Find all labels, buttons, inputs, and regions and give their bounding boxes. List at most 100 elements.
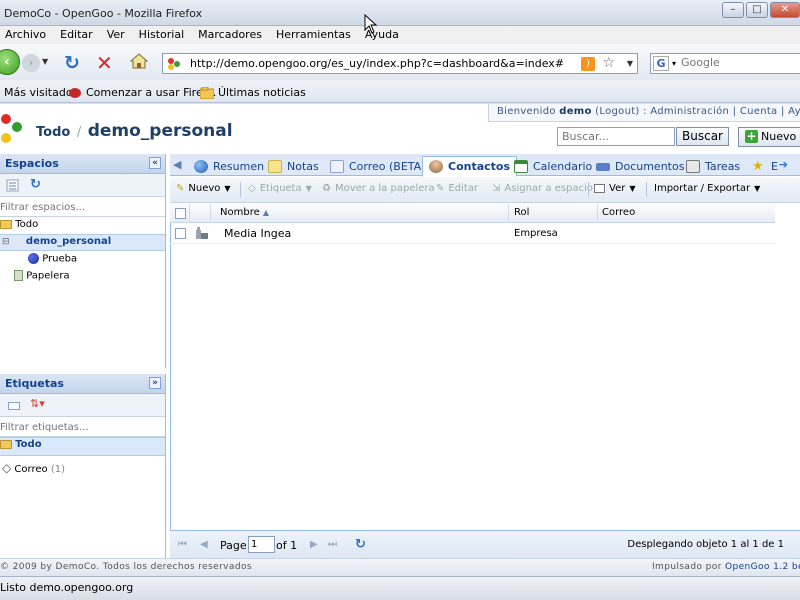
maximize-button[interactable]: □ [746,2,768,18]
menu-marcadores[interactable]: Marcadores [189,26,271,44]
breadcrumb-root[interactable]: Todo [36,125,70,140]
tab-calendario[interactable]: Calendario [508,157,598,176]
menu-herramientas[interactable]: Herramientas [267,26,360,44]
menu-editar[interactable]: Editar [51,26,102,44]
tab-notas[interactable]: Notas [262,157,325,176]
close-window-button[interactable]: ✕ [770,2,800,18]
tab-tareas[interactable]: Tareas [680,157,746,176]
import-export-button[interactable]: Importar / Exportar ▼ [654,183,760,194]
tag-item-todo[interactable]: Todo [0,437,165,456]
workspaces-toolbar: ↻ [0,174,165,197]
reload-button[interactable]: ↻ [64,52,80,74]
tab-documentos[interactable]: Documentos [590,157,690,176]
tags-filter[interactable] [0,417,165,437]
workspace-label: Todo [15,219,39,230]
dropdown-icon: ▼ [754,184,761,193]
grid-toolbar: ✎ Nuevo ▼ ◇ Etiqueta ▼ ♻ Mover a la pape… [170,177,800,203]
workspace-item-demo-personal[interactable]: ⊟ demo_personal [0,234,165,251]
tab-label: Calendario [533,160,593,173]
back-button[interactable]: ‹ [0,49,20,75]
tab-label: Tareas [705,160,741,173]
address-bar[interactable]: http://demo.opengoo.org/es_uy/index.php?… [162,53,638,74]
new-icon: ✎ [176,183,185,194]
bookmark-latest-news[interactable]: Últimas noticias [200,86,306,99]
first-page-icon[interactable]: ⏮ [178,539,187,550]
edit-button[interactable]: ✎ Editar [436,183,478,194]
sort-tags-icon[interactable]: ⇅▾ [30,397,45,410]
workspaces-title: Espacios [5,157,59,170]
opengoo-link[interactable]: OpenGoo 1.2 beta [725,562,800,572]
assign-workspace-button[interactable]: ⇲ Asignar a espacio [492,183,593,194]
last-page-icon[interactable]: ⏭ [328,539,337,550]
search-button[interactable]: Buscar [676,127,729,146]
tag-label-icon[interactable] [8,402,20,410]
view-icon [594,184,605,193]
collapse-down-icon[interactable]: » [149,377,161,389]
search-bar[interactable]: G ▾ [650,53,800,74]
menu-historial[interactable]: Historial [130,26,193,44]
page-number-input[interactable] [248,536,275,553]
tabs-scroll-right-icon[interactable]: ➔ [779,158,788,171]
tab-contactos[interactable]: Contactos [422,156,518,177]
account-links[interactable]: (Logout) : Administración | Cuenta | Ayu… [592,106,800,117]
bookmark-getting-started[interactable]: Comenzar a usar Firef... [68,86,216,99]
google-engine-icon[interactable]: G [653,56,669,71]
rss-feed-icon[interactable]: ) [581,57,595,71]
refresh-workspaces-icon[interactable]: ↻ [30,177,41,192]
contact-name-link[interactable]: Media Ingea [224,227,291,240]
trash-icon: ♻ [322,183,331,194]
tag-icon: ◇ [248,183,256,194]
tags-filter-input[interactable] [0,419,164,435]
column-divider [189,204,190,223]
workspaces-filter-input[interactable] [0,199,164,215]
search-input[interactable] [681,56,800,69]
workspace-label: Papelera [26,270,70,282]
tabs-scroll-left-icon[interactable]: ◀ [173,158,181,171]
tab-correo[interactable]: Correo (BETA) [324,157,431,176]
page-title[interactable]: demo_personal [88,121,233,141]
new-contact-button[interactable]: ✎ Nuevo ▼ [176,183,231,194]
view-button[interactable]: Ver ▼ [594,183,635,194]
workspace-item-prueba[interactable]: Prueba [0,251,165,268]
tab-resumen[interactable]: Resumen [188,157,270,176]
expand-toggle-icon[interactable]: ⊟ [2,237,10,247]
collapse-left-icon[interactable]: « [149,157,161,169]
search-field[interactable] [557,127,675,146]
tag-item-correo[interactable]: ◇ Correo (1) [0,456,165,478]
workspaces-filter[interactable] [0,197,165,217]
window-title: DemoCo - OpenGoo - Mozilla Firefox [4,7,203,20]
forward-button[interactable]: › [22,54,40,72]
tab-label: E [771,160,778,173]
column-header-nombre[interactable]: Nombre ▲ [220,207,269,218]
next-page-icon[interactable]: ▶ [310,539,318,550]
tag-label: Todo [15,439,42,450]
workspace-item-todo[interactable]: Todo [0,217,165,234]
url-dropdown-icon[interactable]: ▼ [627,59,633,68]
folder-icon [0,439,12,449]
copyright-text: © 2009 by DemoCo. Todos los derechos res… [0,562,252,572]
prev-page-icon[interactable]: ◀ [200,539,208,550]
menu-ver[interactable]: Ver [98,26,134,44]
tag-count: (1) [50,464,65,475]
select-all-checkbox[interactable] [175,208,186,219]
add-workspace-icon[interactable] [6,179,19,192]
status-text: Listo demo.opengoo.org [0,581,134,594]
column-header-rol[interactable]: Rol [514,207,529,218]
minimize-button[interactable]: – [722,2,744,18]
move-to-trash-button[interactable]: ♻ Mover a la papelera [322,183,435,194]
search-engine-dropdown-icon[interactable]: ▾ [672,59,676,68]
row-checkbox[interactable] [175,228,186,239]
column-header-correo[interactable]: Correo [602,207,635,218]
history-dropdown-icon[interactable]: ▼ [42,57,48,66]
bookmark-star-icon[interactable]: ☆ [602,55,615,71]
calendar-icon [514,160,528,173]
window-titlebar: DemoCo - OpenGoo - Mozilla Firefox – □ ✕ [0,0,800,26]
tag-button[interactable]: ◇ Etiqueta ▼ [248,183,312,194]
table-row[interactable]: Media Ingea Empresa [170,224,775,244]
workspace-item-papelera[interactable]: Papelera [0,268,165,285]
new-button[interactable]: + Nuevo [738,127,800,147]
home-icon[interactable] [130,53,148,69]
stop-button[interactable]: ✕ [96,51,113,75]
menu-archivo[interactable]: Archivo [0,26,55,44]
refresh-icon[interactable]: ↻ [355,537,366,552]
